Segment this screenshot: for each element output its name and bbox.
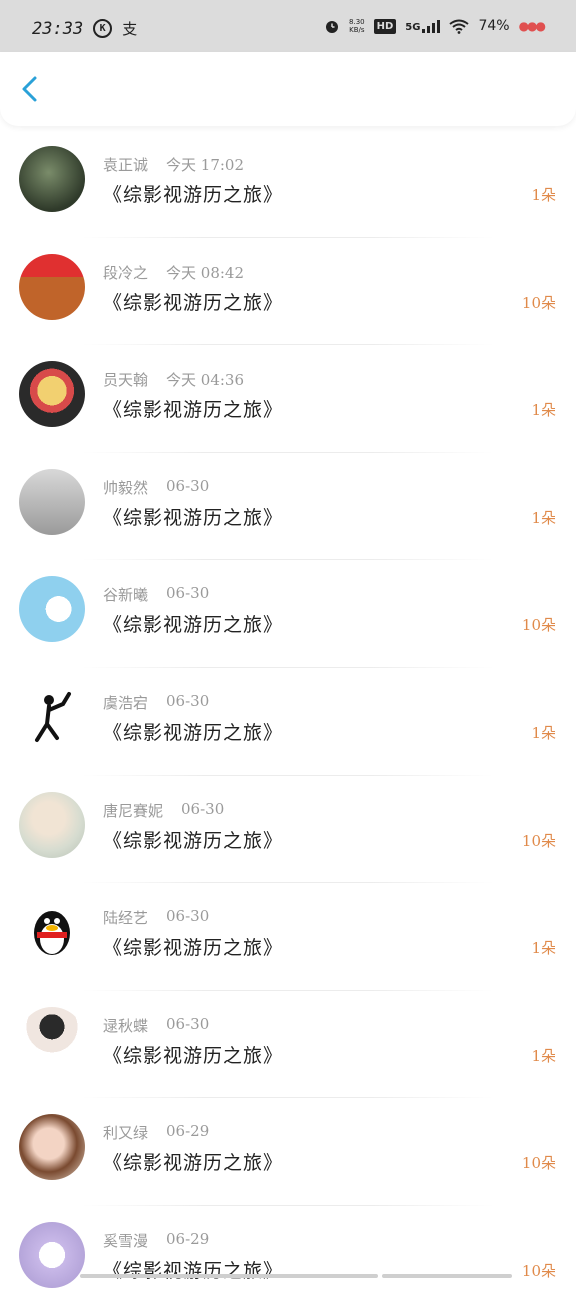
user-name[interactable]: 员天翰	[103, 369, 148, 390]
item-time: 今天 04:36	[166, 371, 245, 390]
user-name[interactable]: 逯秋蝶	[103, 1015, 148, 1036]
user-name[interactable]: 段冷之	[103, 262, 148, 283]
user-name[interactable]: 谷新曦	[103, 584, 148, 605]
item-title[interactable]: 《综影视游历之旅》	[103, 933, 283, 960]
back-button[interactable]	[16, 74, 46, 104]
list-item[interactable]: 奚雪漫 06-29 《综影视游历之旅》 10朵	[0, 1206, 576, 1314]
item-title[interactable]: 《综影视游历之旅》	[103, 288, 283, 315]
item-time: 06-30	[166, 1014, 210, 1033]
flower-count: 1朵	[531, 723, 556, 742]
user-name[interactable]: 利又绿	[103, 1122, 148, 1143]
item-time: 06-30	[166, 476, 210, 495]
item-title[interactable]: 《综影视游历之旅》	[103, 610, 283, 637]
list-item[interactable]: 员天翰 今天 04:36 《综影视游历之旅》 1朵	[0, 345, 576, 453]
flower-count: 1朵	[531, 186, 556, 204]
item-time: 06-29	[166, 1122, 210, 1141]
flower-count: 10朵	[521, 1261, 556, 1280]
avatar[interactable]	[19, 1221, 85, 1288]
k-app-icon: K	[93, 19, 113, 38]
network-speed: 8.30 KB/s	[349, 18, 365, 34]
home-indicator	[382, 1274, 512, 1278]
user-name[interactable]: 奚雪漫	[103, 1230, 148, 1251]
notification-icon: 支	[122, 20, 138, 38]
item-title[interactable]: 《综影视游历之旅》	[103, 826, 283, 853]
gift-list: 袁正诚 今天 17:02 《综影视游历之旅》 1朵 段冷之 今天 08:42 《综影…	[0, 130, 576, 1314]
flower-count: 1朵	[531, 508, 556, 527]
flower-count: 1朵	[531, 939, 556, 958]
battery-percent: 74%	[478, 18, 510, 34]
user-name[interactable]: 袁正诚	[103, 154, 148, 175]
avatar[interactable]	[19, 683, 85, 750]
list-item[interactable]: 逯秋蝶 06-30 《综影视游历之旅》 1朵	[0, 991, 576, 1099]
battery-icon: ●●●	[518, 19, 546, 33]
flower-count: 1朵	[531, 401, 556, 420]
flower-count: 10朵	[521, 1154, 556, 1173]
flower-count: 10朵	[521, 293, 556, 312]
item-time: 06-30	[166, 691, 210, 710]
header	[0, 52, 576, 126]
list-item[interactable]: 陆经艺 06-30 《综影视游历之旅》 1朵	[0, 883, 576, 991]
avatar[interactable]	[19, 361, 85, 428]
user-name[interactable]: 帅毅然	[103, 477, 148, 498]
list-item[interactable]: 唐尼賽妮 06-30 《综影视游历之旅》 10朵	[0, 776, 576, 884]
avatar[interactable]	[19, 791, 85, 858]
signal-icon: 5G	[405, 19, 441, 33]
list-item[interactable]: 利又绿 06-29 《综影视游历之旅》 10朵	[0, 1098, 576, 1206]
item-time: 06-30	[166, 907, 210, 926]
alarm-icon	[326, 21, 339, 33]
user-name[interactable]: 陆经艺	[103, 907, 148, 928]
item-title[interactable]: 《综影视游历之旅》	[103, 503, 283, 530]
flower-count: 10朵	[521, 831, 556, 850]
item-title[interactable]: 《综影视游历之旅》	[103, 1256, 283, 1283]
item-time: 06-30	[181, 799, 225, 818]
avatar[interactable]	[19, 1114, 85, 1181]
user-name[interactable]: 虞浩宕	[103, 692, 148, 713]
item-time: 06-30	[166, 584, 210, 603]
item-title[interactable]: 《综影视游历之旅》	[103, 718, 283, 745]
item-title[interactable]: 《综影视游历之旅》	[103, 1041, 283, 1068]
avatar[interactable]	[19, 146, 85, 212]
list-item[interactable]: 谷新曦 06-30 《综影视游历之旅》 10朵	[0, 560, 576, 668]
list-item[interactable]: 虞浩宕 06-30 《综影视游历之旅》 1朵	[0, 668, 576, 776]
avatar[interactable]	[19, 468, 85, 535]
home-indicator	[80, 1274, 378, 1278]
item-time: 今天 08:42	[166, 263, 245, 282]
item-title[interactable]: 《综影视游历之旅》	[103, 180, 283, 207]
status-bar: 23:33 K 支 8.30 KB/s HD 5G 74% ●●●	[0, 0, 576, 60]
status-time: 23:33	[32, 18, 84, 39]
item-time: 今天 17:02	[166, 156, 245, 174]
item-time: 06-29	[166, 1229, 210, 1248]
wifi-icon	[449, 19, 470, 34]
item-title[interactable]: 《综影视游历之旅》	[103, 395, 283, 422]
avatar[interactable]	[19, 576, 85, 643]
avatar[interactable]	[19, 1006, 85, 1073]
list-item[interactable]: 段冷之 今天 08:42 《综影视游历之旅》 10朵	[0, 238, 576, 346]
avatar[interactable]	[19, 253, 85, 320]
item-title[interactable]: 《综影视游历之旅》	[103, 1148, 283, 1175]
avatar[interactable]	[19, 899, 85, 966]
list-item[interactable]: 帅毅然 06-30 《综影视游历之旅》 1朵	[0, 453, 576, 561]
list-item[interactable]: 袁正诚 今天 17:02 《综影视游历之旅》 1朵	[0, 130, 576, 238]
hd-icon: HD	[373, 18, 397, 34]
user-name[interactable]: 唐尼賽妮	[103, 800, 163, 821]
flower-count: 10朵	[521, 616, 556, 635]
flower-count: 1朵	[531, 1046, 556, 1065]
